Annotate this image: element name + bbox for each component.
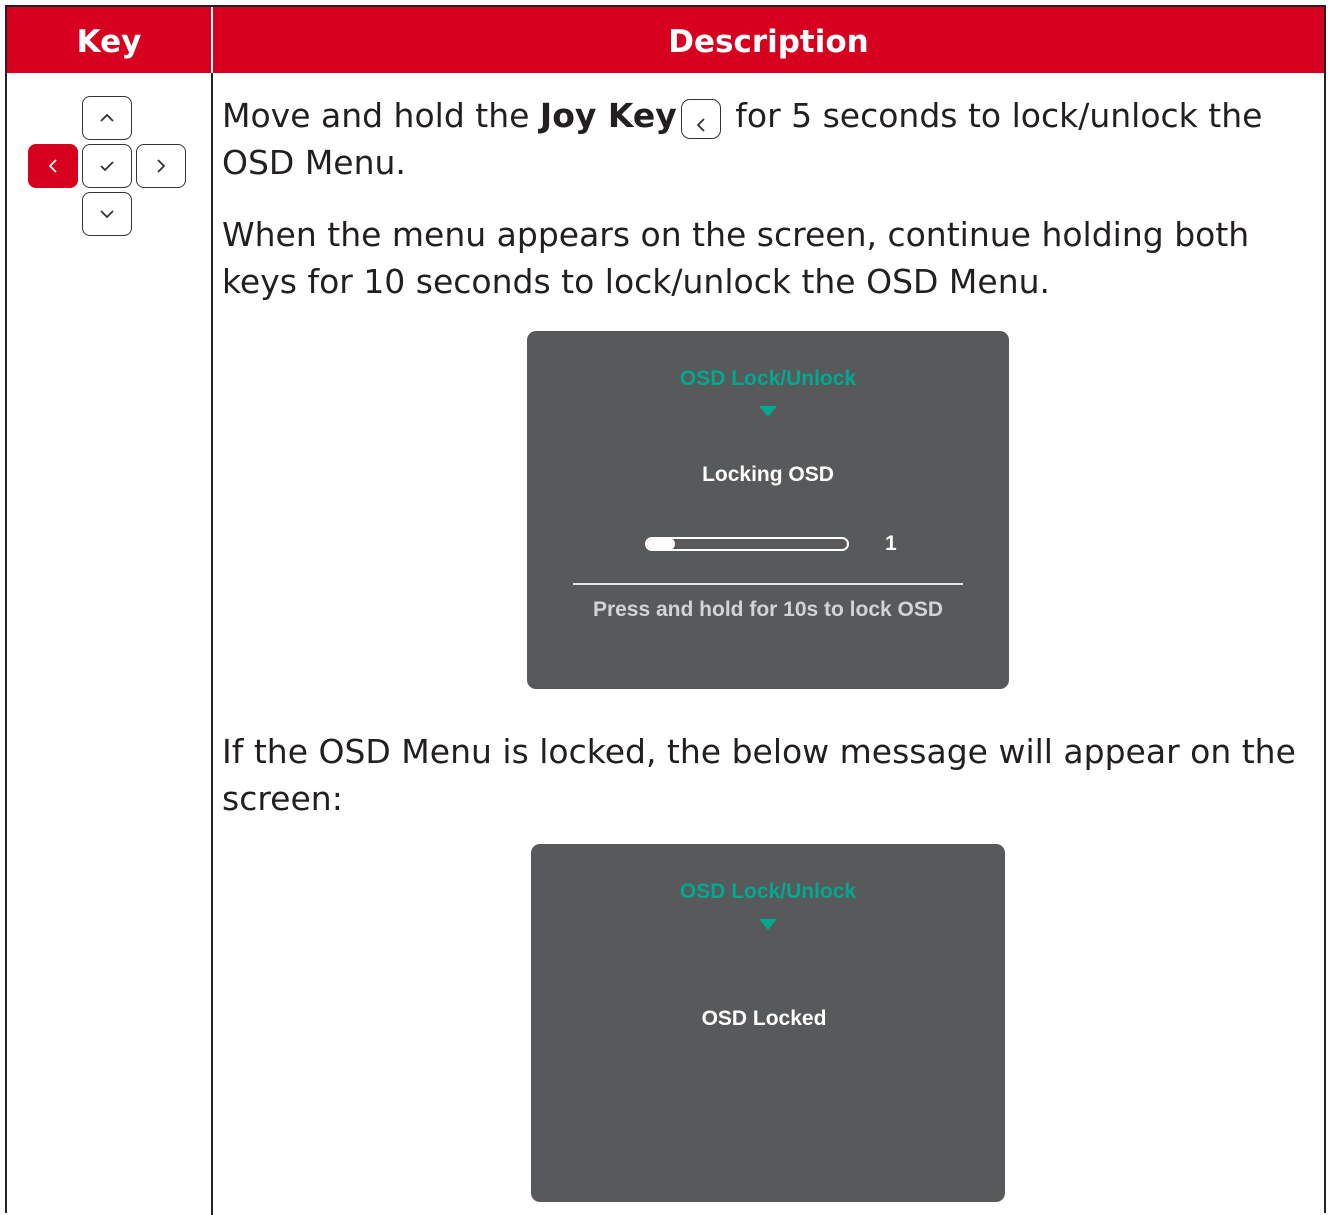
osd-progress-slider <box>645 537 849 551</box>
chevron-left-icon <box>48 159 57 173</box>
p1-line2: OSD Menu. <box>222 143 406 182</box>
osd-divider <box>573 583 963 585</box>
description-paragraph-1: Move and hold the Joy Key for 5 seconds … <box>222 92 1302 186</box>
osd-hint: Press and hold for 10s to lock OSD <box>592 598 944 621</box>
check-icon <box>100 161 114 172</box>
osd-title: OSD Lock/Unlock <box>679 367 857 390</box>
chevron-down-icon <box>100 210 114 219</box>
inline-left-key <box>680 99 721 139</box>
slider-knob <box>663 538 675 550</box>
joy-right-button[interactable] <box>136 144 186 188</box>
table-header: Key Description <box>7 7 1324 73</box>
chevron-right-icon <box>157 159 166 173</box>
osd-locked-screen: OSD Lock/Unlock OSD Locked <box>531 844 1005 1202</box>
joy-up-button[interactable] <box>82 96 132 140</box>
joy-down-button[interactable] <box>82 192 132 236</box>
joy-center-button[interactable] <box>82 144 132 188</box>
description-paragraph-3: If the OSD Menu is locked, the below mes… <box>222 732 1296 818</box>
chevron-up-icon <box>100 113 114 122</box>
osd-title: OSD Lock/Unlock <box>679 880 857 903</box>
triangle-down-icon <box>759 406 777 417</box>
osd-progress-value: 1 <box>885 532 897 555</box>
header-key: Key <box>76 24 142 60</box>
joy-key-label: Joy Key <box>539 96 677 135</box>
osd-locking-screen: OSD Lock/Unlock Locking OSD 1 Press and … <box>527 331 1009 689</box>
column-divider <box>211 73 213 1215</box>
p1-line1: Move and hold the Joy Key for 5 seconds … <box>222 92 1302 139</box>
joy-left-button[interactable] <box>28 144 78 188</box>
triangle-down-icon <box>759 919 777 930</box>
osd-locked-label: OSD Locked <box>701 1007 827 1030</box>
header-description: Description <box>668 24 869 60</box>
chevron-left-icon <box>696 118 705 132</box>
description-paragraph-2: When the menu appears on the screen, con… <box>222 215 1250 301</box>
osd-locking-label: Locking OSD <box>702 463 834 486</box>
